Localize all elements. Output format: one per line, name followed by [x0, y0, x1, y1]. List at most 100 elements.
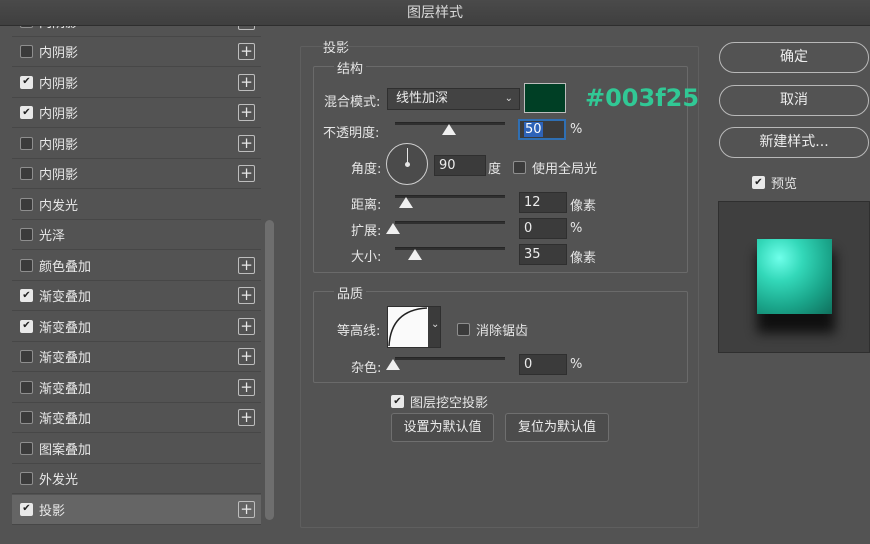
angle-dial[interactable] — [386, 143, 428, 185]
opacity-label: 不透明度: — [323, 126, 380, 141]
list-item[interactable]: ✔ 投影 + — [12, 494, 261, 525]
list-item[interactable]: 内阴影 + — [12, 26, 261, 37]
list-item[interactable]: 内阴影 + — [12, 129, 261, 159]
list-item-checkbox[interactable] — [20, 136, 33, 150]
list-item[interactable]: 图案叠加 — [12, 434, 261, 464]
noise-slider-thumb[interactable] — [386, 359, 400, 370]
size-input[interactable]: 35 — [519, 244, 567, 265]
list-item[interactable]: ✔ 渐变叠加 + — [12, 281, 261, 311]
add-effect-icon[interactable]: + — [238, 500, 255, 518]
blend-mode-value: 线性加深 — [396, 91, 449, 106]
reset-default-button[interactable]: 复位为默认值 — [505, 413, 609, 442]
list-item-label: 光泽 — [39, 229, 66, 244]
list-item[interactable]: 渐变叠加 + — [12, 342, 261, 372]
add-effect-icon[interactable]: + — [238, 378, 255, 396]
list-item[interactable]: 渐变叠加 + — [12, 373, 261, 403]
distance-slider-thumb[interactable] — [399, 197, 413, 208]
ok-button[interactable]: 确定 — [719, 42, 869, 73]
contour-picker[interactable]: ⌄ — [387, 306, 441, 348]
new-style-button[interactable]: 新建样式... — [719, 127, 869, 158]
spread-slider-thumb[interactable] — [386, 223, 400, 234]
add-effect-icon[interactable]: + — [238, 104, 255, 121]
knockout-label: 图层挖空投影 — [410, 396, 489, 411]
list-item-checkbox[interactable]: ✔ — [20, 502, 33, 516]
size-slider-thumb[interactable] — [408, 249, 422, 260]
preview-checkbox[interactable]: ✔ 预览 — [752, 173, 797, 192]
list-item-checkbox[interactable]: ✔ — [20, 106, 33, 119]
style-preview — [718, 201, 870, 353]
list-item[interactable]: 颜色叠加 + — [12, 251, 261, 281]
opacity-input[interactable]: 50 — [518, 119, 566, 140]
list-item-checkbox[interactable]: ✔ — [20, 289, 33, 302]
list-item[interactable]: 内发光 — [12, 190, 261, 220]
add-effect-icon[interactable]: + — [238, 165, 255, 182]
list-item[interactable]: 光泽 — [12, 220, 261, 250]
list-item[interactable]: ✔ 内阴影 + — [12, 68, 261, 98]
noise-unit: % — [570, 357, 583, 372]
knockout-box[interactable]: ✔ — [391, 395, 404, 408]
list-item-checkbox[interactable] — [20, 380, 33, 394]
contour-curve-preview — [388, 307, 428, 347]
list-item-checkbox[interactable] — [20, 472, 33, 485]
list-item-checkbox[interactable] — [20, 258, 33, 272]
knockout-checkbox[interactable]: ✔ 图层挖空投影 — [391, 392, 488, 411]
distance-unit: 像素 — [570, 199, 597, 214]
add-effect-icon[interactable]: + — [238, 134, 255, 152]
list-item-checkbox[interactable] — [20, 350, 33, 363]
spread-input[interactable]: 0 — [519, 218, 567, 239]
contour-label: 等高线: — [337, 324, 381, 339]
shadow-color-swatch[interactable] — [524, 83, 566, 113]
spread-label: 扩展: — [351, 224, 382, 239]
opacity-slider-thumb[interactable] — [442, 124, 456, 135]
add-effect-icon[interactable]: + — [238, 409, 255, 426]
list-item[interactable]: 内阴影 + — [12, 37, 261, 67]
list-item-checkbox[interactable] — [20, 26, 33, 28]
noise-input[interactable]: 0 — [519, 354, 567, 375]
list-item[interactable]: 内阴影 + — [12, 159, 261, 189]
window-title: 图层样式 — [0, 0, 870, 26]
angle-dial-center — [405, 162, 410, 167]
blend-mode-select[interactable]: 线性加深 ⌄ — [387, 88, 520, 110]
blend-mode-label: 混合模式: — [324, 95, 381, 110]
add-effect-icon[interactable]: + — [238, 26, 255, 30]
list-scrollbar-thumb[interactable] — [265, 220, 274, 520]
use-global-light-checkbox[interactable]: 使用全局光 — [513, 158, 597, 177]
list-item[interactable]: ✔ 内阴影 + — [12, 98, 261, 128]
use-global-light-label: 使用全局光 — [532, 162, 598, 177]
angle-input[interactable]: 90 — [434, 155, 486, 176]
list-item-checkbox[interactable]: ✔ — [20, 75, 33, 89]
anti-alias-checkbox[interactable]: 消除锯齿 — [457, 320, 528, 339]
list-item-label: 渐变叠加 — [39, 290, 92, 305]
preview-box[interactable]: ✔ — [752, 176, 765, 189]
add-effect-icon[interactable]: + — [238, 348, 255, 365]
list-item-label: 渐变叠加 — [39, 320, 92, 336]
add-effect-icon[interactable]: + — [238, 43, 255, 60]
list-item-label: 渐变叠加 — [39, 412, 92, 427]
noise-slider-track[interactable] — [395, 357, 505, 360]
list-item-checkbox[interactable] — [20, 228, 33, 241]
make-default-button[interactable]: 设置为默认值 — [391, 413, 494, 442]
cancel-button[interactable]: 取消 — [719, 85, 869, 116]
list-item[interactable]: 外发光 — [12, 464, 261, 494]
distance-input[interactable]: 12 — [519, 192, 567, 213]
list-item-label: 内阴影 — [39, 46, 79, 61]
preview-swatch — [757, 239, 832, 314]
chevron-down-icon: ⌄ — [431, 319, 440, 330]
anti-alias-box[interactable] — [457, 323, 470, 336]
spread-unit: % — [570, 221, 583, 236]
add-effect-icon[interactable]: + — [238, 73, 255, 91]
add-effect-icon[interactable]: + — [238, 256, 255, 274]
list-item-checkbox[interactable]: ✔ — [20, 319, 33, 333]
list-item-checkbox[interactable] — [20, 441, 33, 455]
list-item-checkbox[interactable] — [20, 167, 33, 180]
add-effect-icon[interactable]: + — [238, 317, 255, 335]
list-item-checkbox[interactable] — [20, 197, 33, 211]
list-item-checkbox[interactable] — [20, 45, 33, 58]
spread-slider-track[interactable] — [395, 221, 505, 224]
list-item[interactable]: 渐变叠加 + — [12, 403, 261, 433]
list-item[interactable]: ✔ 渐变叠加 + — [12, 312, 261, 342]
add-effect-icon[interactable]: + — [238, 287, 255, 304]
list-item-checkbox[interactable] — [20, 411, 33, 424]
use-global-light-box[interactable] — [513, 161, 526, 174]
list-item-label: 内阴影 — [39, 168, 79, 183]
